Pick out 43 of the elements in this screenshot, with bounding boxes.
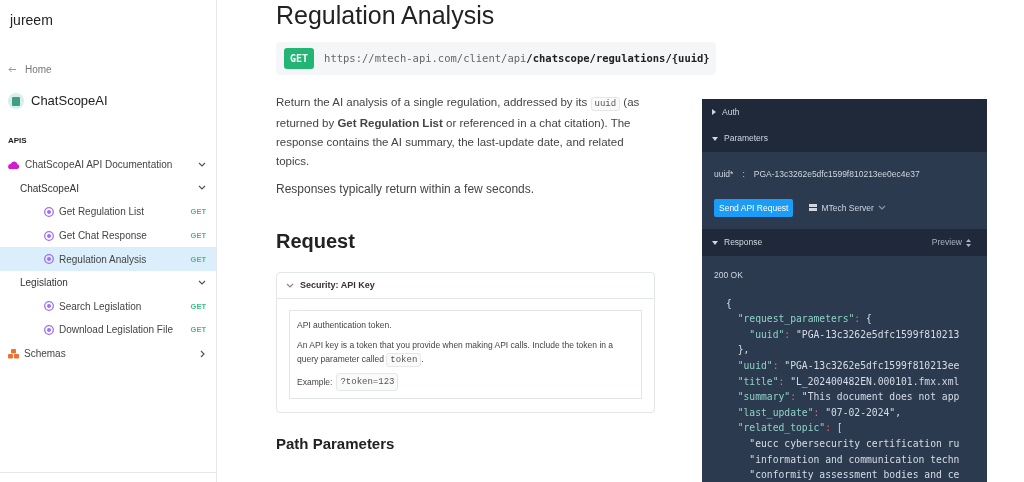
param-name: uuid* — [714, 167, 734, 181]
section-heading: Request — [276, 229, 356, 254]
description-text: An API key is a token that you provide when making API calls. Include the token in a query parameter called token . — [297, 339, 615, 367]
target-icon — [44, 324, 54, 335]
target-icon — [44, 254, 54, 265]
book-icon — [8, 93, 24, 109]
endpoint-url: https://mtech-api.com/client/api/chatscope/regulations/{uuid} — [324, 50, 710, 66]
chevron-down-icon — [877, 204, 886, 211]
project-name: ChatScopeAI — [31, 92, 108, 111]
cubes-icon — [8, 348, 19, 359]
note-text: Responses typically return within a few seconds. — [276, 181, 536, 198]
target-icon — [44, 301, 54, 312]
home-link[interactable]: Home — [0, 57, 216, 81]
target-icon — [44, 230, 54, 241]
schemas-link[interactable]: Schemas — [0, 341, 216, 366]
param-value: PGA-13c3262e5dfc1599f810213ee0ec4e37 — [753, 167, 920, 181]
security-toggle[interactable]: Security: API Key — [277, 273, 654, 299]
page-title: Regulation Analysis — [276, 0, 496, 29]
summary-text: API authentication token. — [297, 319, 393, 332]
response-json: { "request_parameters": { "uuid": "PGA-13c3262e5dfc1599f810213 }, "uuid": "PGA-13c3262e5dfc1599f810213ee "title": "L_202400482EN.000101.fmx.xml "summary": "This document does not app "last_update": "07-02-2024", "related_topic": [ "eucc cybersecurity certification ru "information and communication techn "conformity assessment bodies and ce — [725, 296, 961, 482]
server-dropdown[interactable]: MTech Server — [803, 200, 892, 216]
view-dropdown[interactable]: Preview — [925, 235, 977, 250]
folder-toggle[interactable]: ChatScopeAI — [0, 176, 216, 201]
cloud-icon — [8, 160, 20, 169]
sort-icon — [966, 238, 971, 247]
description-text: Return the AI analysis of a single regulation, addressed by its uuid (as returned by Get Regulation List or referenced in a chat citation). The response contains the AI summary, the last-update date, and related topics. — [276, 95, 641, 169]
console-section[interactable]: Auth — [702, 99, 987, 126]
brand-name: jureem — [8, 11, 54, 30]
inline-code: uuid — [590, 97, 621, 111]
api-toggle[interactable]: ChatScopeAI API Documentation — [0, 153, 216, 177]
section-heading: Path Parameters — [276, 435, 396, 453]
folder-toggle[interactable]: Legislation — [0, 270, 216, 295]
method-badge: GET — [284, 48, 315, 69]
param-separator: : — [742, 167, 745, 181]
example-code: ?token=123 — [336, 373, 399, 391]
section-label: APIS — [7, 135, 28, 147]
target-icon — [44, 207, 54, 217]
example-label: Example: — [297, 376, 333, 389]
console-section[interactable]: Parameters — [702, 125, 987, 152]
response-toggle[interactable]: Response — [712, 229, 763, 256]
arrow-left-icon — [8, 65, 17, 73]
status-text: 200 OK — [713, 268, 744, 282]
server-icon — [809, 204, 818, 212]
